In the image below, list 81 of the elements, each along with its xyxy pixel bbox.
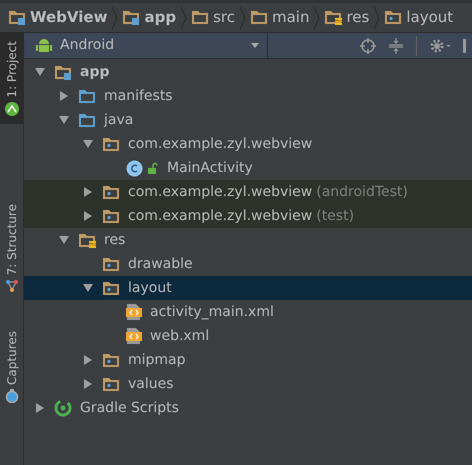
tree-label: MainActivity: [167, 158, 253, 178]
expanded-arrow-icon[interactable]: [58, 114, 70, 126]
tree-label: com.example.zyl.webview: [128, 134, 312, 154]
module-folder-icon: [8, 10, 26, 25]
tree-row[interactable]: java: [24, 108, 472, 132]
hide-panel-icon[interactable]: [463, 38, 468, 54]
expanded-arrow-icon[interactable]: [58, 234, 70, 246]
tree-label: layout: [128, 278, 172, 298]
tree-row[interactable]: com.example.zyl.webview (androidTest): [24, 180, 472, 204]
folder-icon: [250, 10, 268, 25]
breadcrumb[interactable]: layout: [384, 6, 454, 29]
xml-file-icon: [126, 327, 142, 345]
dropdown-caret-icon: [251, 43, 259, 48]
unlocked-icon: [147, 162, 159, 174]
collapse-all-icon[interactable]: [388, 38, 404, 54]
expanded-arrow-icon[interactable]: [82, 282, 94, 294]
package-folder-icon: [102, 376, 120, 392]
resource-folder-icon: [78, 232, 96, 248]
breadcrumb[interactable]: main: [250, 6, 310, 29]
tree-label: drawable: [128, 254, 193, 274]
tree-row[interactable]: mipmap: [24, 348, 472, 372]
expanded-arrow-icon[interactable]: [34, 66, 46, 78]
breadcrumb[interactable]: src: [191, 6, 235, 29]
tree-label: app: [80, 62, 110, 82]
tree-row[interactable]: activity_main.xml: [24, 300, 472, 324]
folder-icon: [191, 10, 210, 25]
tree-label: res: [104, 230, 126, 250]
package-folder-icon: [102, 352, 120, 368]
tree-row[interactable]: manifests: [24, 84, 472, 108]
class-icon: [126, 160, 143, 176]
tree-label: web.xml: [150, 326, 210, 346]
xml-file-icon: [126, 303, 142, 321]
collapsed-arrow-icon[interactable]: [82, 378, 94, 390]
collapsed-arrow-icon[interactable]: [34, 402, 46, 414]
tree-row[interactable]: app: [24, 60, 472, 84]
tree-label: activity_main.xml: [150, 302, 274, 322]
resource-folder-icon: [324, 10, 342, 25]
package-folder-icon: [102, 136, 120, 152]
tree-label-suffix: (test): [316, 206, 354, 226]
module-folder-icon: [54, 64, 72, 80]
collapsed-arrow-icon[interactable]: [82, 186, 94, 198]
structure-icon: [4, 278, 18, 293]
tree-row[interactable]: com.example.zyl.webview: [24, 132, 472, 156]
package-folder-icon: [102, 280, 120, 296]
tree-label: com.example.zyl.webview: [128, 206, 312, 226]
tree-label: java: [104, 110, 134, 130]
tree-label: Gradle Scripts: [80, 398, 179, 418]
breadcrumb[interactable]: WebView: [8, 6, 108, 29]
tree-row[interactable]: values: [24, 372, 472, 396]
tree-label: values: [128, 374, 174, 394]
breadcrumb[interactable]: app: [122, 6, 176, 29]
tree-row[interactable]: MainActivity: [24, 156, 472, 180]
gradle-icon: [54, 399, 72, 417]
camera-timer-icon: [4, 388, 18, 403]
tree-row[interactable]: layout: [24, 276, 472, 300]
tree-row[interactable]: Gradle Scripts: [24, 396, 472, 420]
settings-icon[interactable]: [429, 38, 451, 54]
source-folder-icon: [78, 112, 96, 128]
collapsed-arrow-icon[interactable]: [82, 354, 94, 366]
tree-row[interactable]: drawable: [24, 252, 472, 276]
module-folder-icon: [122, 10, 140, 25]
collapsed-arrow-icon[interactable]: [58, 90, 70, 102]
package-folder-icon: [102, 256, 120, 272]
collapsed-arrow-icon[interactable]: [82, 210, 94, 222]
breadcrumb[interactable]: res: [324, 6, 370, 29]
side-tab[interactable]: 7: Structure: [0, 196, 23, 301]
expanded-arrow-icon[interactable]: [82, 138, 94, 150]
tree-label-suffix: (androidTest): [316, 182, 408, 202]
package-folder-icon: [102, 208, 120, 224]
side-tab[interactable]: 1: Project: [0, 33, 23, 124]
tree-label: mipmap: [128, 350, 186, 370]
package-folder-icon: [384, 10, 402, 25]
target-icon[interactable]: [360, 38, 376, 54]
tree-label: manifests: [104, 86, 173, 106]
source-folder-icon: [78, 88, 96, 104]
tree-label: com.example.zyl.webview: [128, 182, 312, 202]
package-folder-icon: [102, 184, 120, 200]
tree-row[interactable]: web.xml: [24, 324, 472, 348]
tree-row[interactable]: com.example.zyl.webview (test): [24, 204, 472, 228]
tree-row[interactable]: res: [24, 228, 472, 252]
side-tab[interactable]: Captures: [0, 322, 23, 411]
